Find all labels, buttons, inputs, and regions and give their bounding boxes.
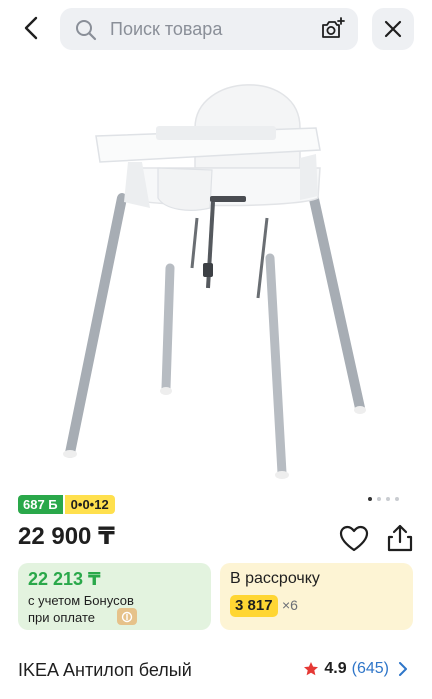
search-bar[interactable]: Поиск товара [60, 8, 358, 50]
chevron-right-icon [399, 662, 407, 676]
bonus-note-line2: при оплате [28, 610, 95, 625]
rating-score: 4.9 [324, 660, 347, 677]
carousel-dot [377, 497, 381, 501]
installment-badge: 0•0•12 [64, 495, 115, 514]
search-icon [76, 20, 97, 41]
camera-icon[interactable] [320, 17, 346, 41]
installment-amount: 3 817 [230, 595, 278, 617]
bonus-price: 22 213 ₸ [28, 569, 101, 589]
bonus-note-line1: с учетом Бонусов [28, 593, 134, 608]
carousel-dot [395, 497, 399, 501]
heart-icon[interactable] [338, 523, 370, 555]
carousel-indicator [368, 497, 399, 501]
close-button[interactable] [372, 8, 414, 50]
payment-logo-icon [117, 608, 137, 625]
installment-months: ×6 [282, 597, 298, 613]
star-icon [304, 662, 319, 676]
bonus-price-card[interactable]: 22 213 ₸ с учетом Бонусов при оплате [18, 563, 211, 630]
carousel-dot [386, 497, 390, 501]
review-count[interactable]: (645) [352, 660, 389, 678]
top-bar: Поиск товара [0, 0, 432, 58]
bonus-badge: 687 Б [18, 495, 63, 514]
back-arrow-icon [24, 16, 38, 40]
product-price: 22 900 ₸ [18, 523, 115, 550]
share-icon[interactable] [384, 522, 416, 554]
installment-card[interactable]: В рассрочку 3 817 ×6 [220, 563, 413, 630]
installment-title: В рассрочку [230, 570, 320, 587]
promo-badges: 687 Б 0•0•12 [18, 495, 115, 514]
back-button[interactable] [14, 10, 50, 46]
rating-link[interactable]: 4.9 (645) [303, 660, 408, 678]
carousel-dot [368, 497, 372, 501]
product-image[interactable] [0, 58, 432, 488]
close-icon [384, 20, 402, 38]
product-title: IKEA Антилоп белый [18, 660, 192, 680]
search-input[interactable]: Поиск товара [110, 19, 222, 40]
